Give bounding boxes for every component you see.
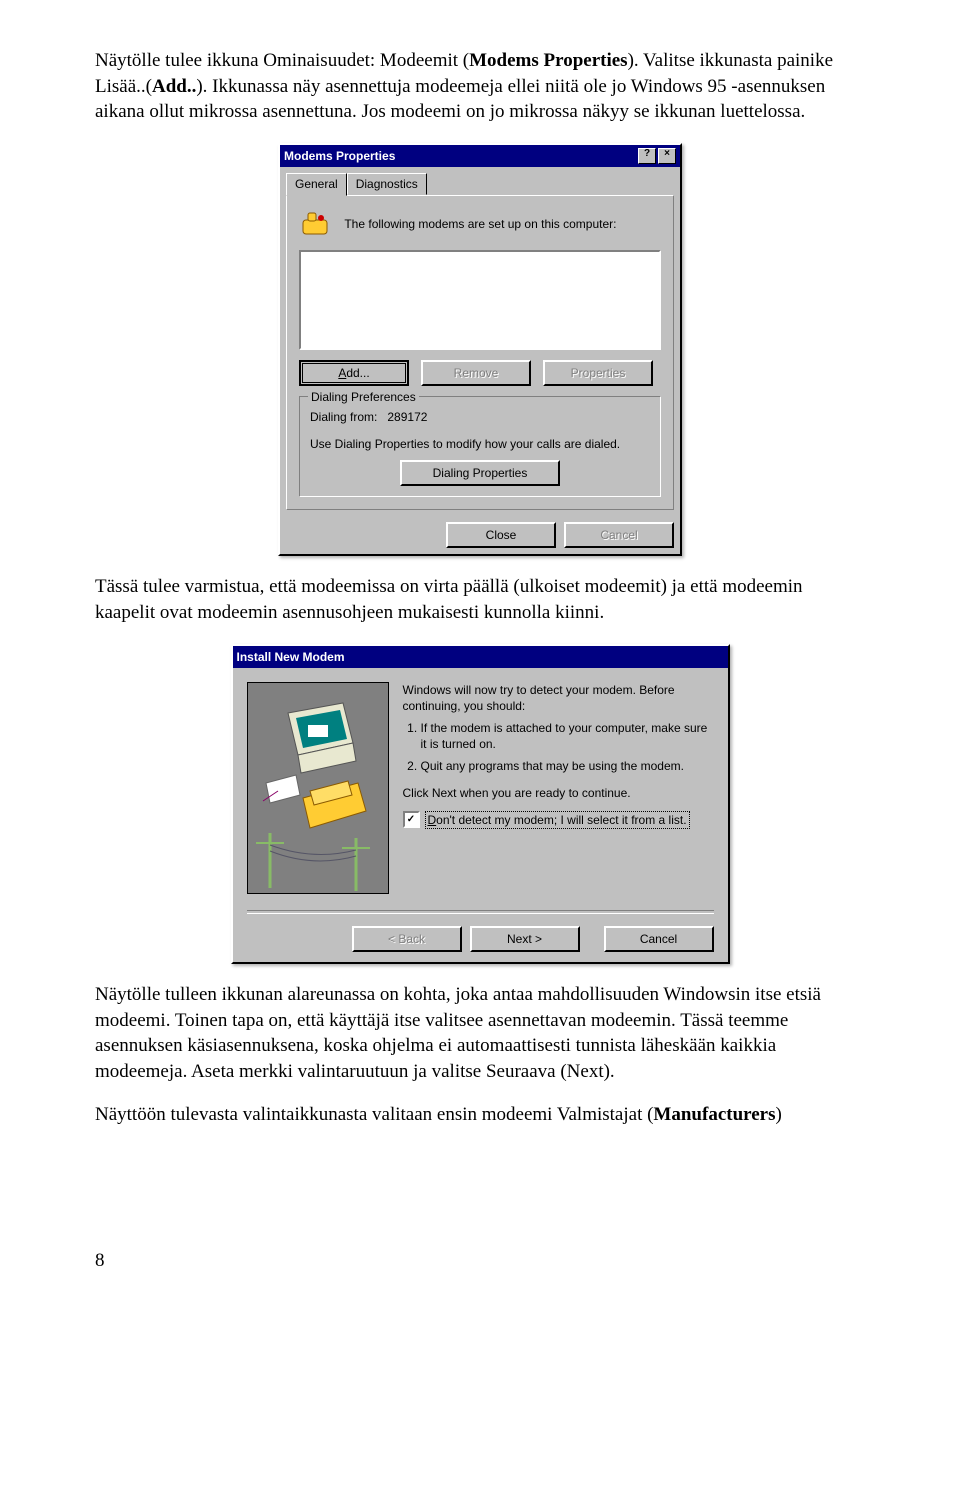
modem-list-desc: The following modems are set up on this …: [344, 216, 644, 232]
paragraph-2: Tässä tulee varmistua, että modeemissa o…: [95, 574, 865, 625]
dialing-help-text: Use Dialing Properties to modify how you…: [310, 436, 650, 452]
remove-button: Remove: [421, 360, 531, 386]
close-button[interactable]: Close: [446, 522, 556, 548]
wizard-step-1: If the modem is attached to your compute…: [421, 720, 714, 752]
wizard-intro: Windows will now try to detect your mode…: [403, 682, 714, 714]
checkbox-icon: ✓: [403, 811, 420, 828]
tabstrip: General Diagnostics: [280, 167, 680, 195]
page-number: 8: [95, 1248, 865, 1274]
dialing-preferences-group: Dialing Preferences Dialing from: 289172…: [299, 396, 661, 497]
paragraph-3: Näytölle tulleen ikkunan alareunassa on …: [95, 982, 865, 1085]
paragraph-4: Näyttöön tulevasta valintaikkunasta vali…: [95, 1102, 865, 1128]
properties-button: Properties: [543, 360, 653, 386]
wizard-illustration: [247, 682, 389, 894]
modems-properties-dialog: Modems Properties ? × General Diagnostic…: [278, 143, 682, 556]
checkbox-label: Don't detect my modem; I will select it …: [425, 811, 690, 829]
window-title: Install New Modem: [237, 649, 724, 665]
window-title: Modems Properties: [284, 148, 636, 164]
group-label: Dialing Preferences: [308, 389, 419, 405]
wizard-continue: Click Next when you are ready to continu…: [403, 785, 714, 801]
wizard-text: Windows will now try to detect your mode…: [403, 682, 714, 894]
titlebar[interactable]: Modems Properties ? ×: [280, 145, 680, 167]
dialing-from-value: 289172: [387, 410, 427, 424]
wizard-step-2: Quit any programs that may be using the …: [421, 758, 714, 774]
tab-diagnostics[interactable]: Diagnostics: [347, 173, 427, 195]
add-button[interactable]: AAdd...dd...: [299, 360, 409, 386]
dialing-from-label: Dialing from:: [310, 410, 377, 424]
paragraph-1: Näytölle tulee ikkuna Ominaisuudet: Mode…: [95, 48, 865, 125]
install-new-modem-dialog: Install New Modem Windows will now try t…: [231, 644, 730, 964]
tab-panel: The following modems are set up on this …: [286, 195, 674, 510]
cancel-button: Cancel: [564, 522, 674, 548]
cancel-button[interactable]: Cancel: [604, 926, 714, 952]
next-button[interactable]: Next >: [470, 926, 580, 952]
tab-general[interactable]: General: [286, 173, 347, 196]
dialing-properties-button[interactable]: Dialing Properties: [400, 460, 560, 486]
back-button: < Back: [352, 926, 462, 952]
modem-listbox[interactable]: [299, 250, 661, 350]
titlebar[interactable]: Install New Modem: [233, 646, 728, 668]
close-icon[interactable]: ×: [658, 148, 676, 164]
dont-detect-checkbox[interactable]: ✓ Don't detect my modem; I will select i…: [403, 811, 714, 829]
help-icon[interactable]: ?: [638, 148, 656, 164]
separator: [247, 910, 714, 914]
phone-modem-icon: [299, 208, 331, 240]
